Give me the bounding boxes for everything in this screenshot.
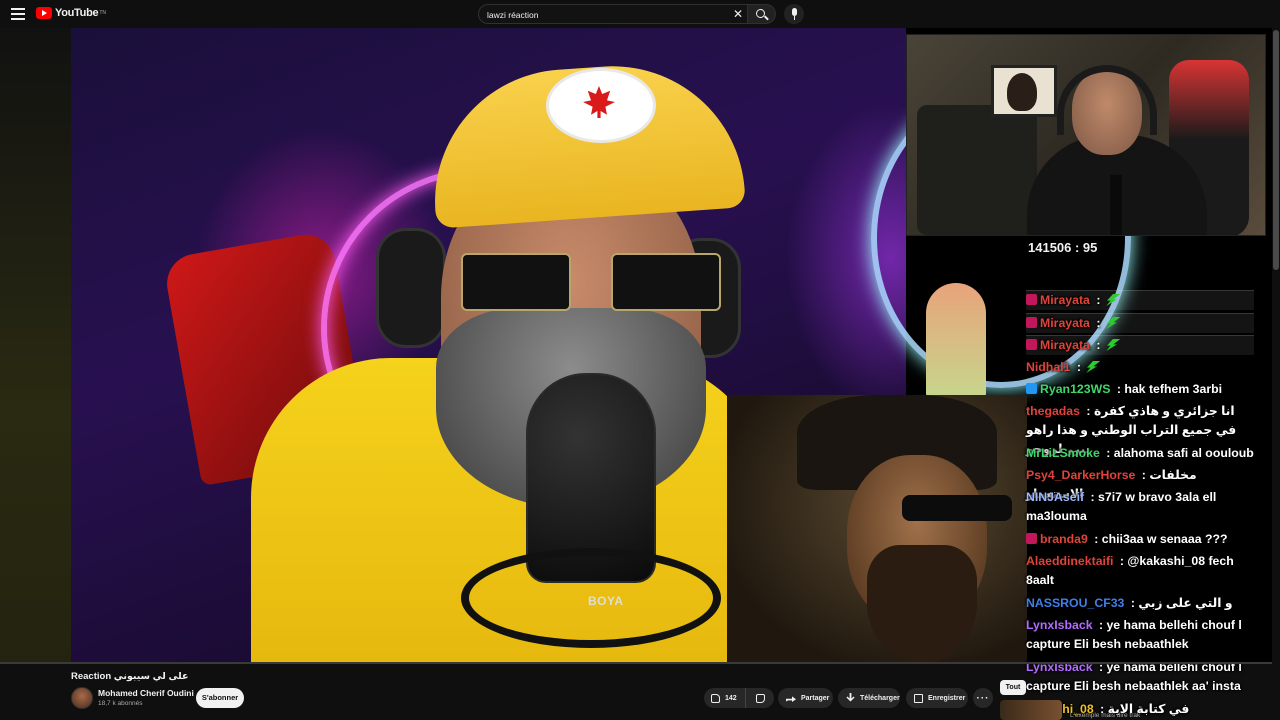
- sunglasses-image: [461, 253, 571, 311]
- chat-message: Nidhal1 :: [1026, 358, 1254, 377]
- youtube-logo-icon: [36, 7, 52, 19]
- figurine-image: [926, 283, 986, 403]
- chat-text: : alahoma safi al oouloub: [1102, 446, 1254, 460]
- chat-username[interactable]: branda9: [1040, 532, 1088, 546]
- headphone-image: [376, 228, 446, 348]
- chip-all[interactable]: Tout: [1000, 680, 1026, 695]
- chat-message: NASSROU_CF33 : و التي على زبي: [1026, 594, 1254, 613]
- video-title: Reaction على لي سيبوني: [71, 671, 189, 682]
- logo-text: YouTube: [55, 7, 99, 19]
- user-badge-icon: [1026, 533, 1037, 544]
- share-label: Partager: [801, 694, 830, 702]
- sunglasses-image: [902, 495, 1012, 521]
- mask-image: [1007, 73, 1037, 111]
- search-box: ✕: [478, 4, 748, 24]
- menu-icon[interactable]: [10, 6, 26, 22]
- emote-icon: [1104, 317, 1120, 329]
- recommended-title[interactable]: L'exemple mais dire trak: [1070, 712, 1140, 719]
- download-icon: [846, 693, 855, 702]
- chat-text: : hak tefhem 3arbi: [1113, 382, 1223, 396]
- mic-brand-text: BOYA: [588, 594, 624, 608]
- chat-text: :: [1092, 293, 1104, 307]
- chat-username[interactable]: Psy4_DarkerHorse: [1026, 468, 1135, 482]
- like-count: 142: [725, 694, 737, 702]
- chat-username[interactable]: MrLiLSmoke: [1026, 446, 1100, 460]
- chat-text: :: [1073, 360, 1085, 374]
- chat-username[interactable]: Alaeddinektaifi: [1026, 554, 1113, 568]
- emote-icon: [1104, 339, 1120, 351]
- chat-header: 141506 : 95: [1028, 240, 1098, 255]
- like-dislike-group: 142: [704, 688, 774, 708]
- chat-message: LynxIsback : ye hama bellehi chouf l cap…: [1026, 616, 1254, 654]
- share-icon: [786, 696, 796, 702]
- chat-message: branda9 : chii3aa w senaaa ???: [1026, 530, 1254, 549]
- sofa-image: [917, 105, 1037, 235]
- chat-message: Mirayata :: [1026, 313, 1254, 333]
- sunglasses-image: [611, 253, 721, 311]
- chat-message: Alaeddinektaifi : @kakashi_08 fech 8aalt: [1026, 552, 1254, 590]
- search-input[interactable]: [487, 8, 727, 21]
- chat-text: : و التي على زبي: [1127, 596, 1233, 610]
- thumbs-up-icon: [711, 693, 720, 703]
- emote-icon: [1104, 294, 1120, 306]
- chat-message: Mirayata :: [1026, 290, 1254, 310]
- user-badge-icon: [1026, 339, 1037, 350]
- chat-message: MrLiLSmoke : alahoma safi al oouloub: [1026, 444, 1254, 463]
- portrait-beard-image: [867, 545, 977, 663]
- voice-search-button[interactable]: [784, 4, 804, 24]
- chat-username[interactable]: LynxIsback: [1026, 618, 1093, 632]
- chat-username[interactable]: Ryan123WS: [1040, 382, 1110, 396]
- chat-username[interactable]: Mirayata: [1040, 316, 1090, 330]
- save-label: Enregistrer: [928, 694, 966, 702]
- user-badge-icon: [1026, 294, 1037, 305]
- chat-username[interactable]: Mirayata: [1040, 338, 1090, 352]
- bookmark-icon: [914, 693, 923, 703]
- chat-text: :: [1092, 316, 1104, 330]
- chat-message: Ryan123WS : hak tefhem 3arbi: [1026, 380, 1254, 399]
- share-button[interactable]: Partager: [778, 688, 833, 708]
- headphone-image: [1057, 65, 1157, 135]
- chat-username[interactable]: NINJAseif: [1026, 490, 1084, 504]
- save-button[interactable]: Enregistrer: [906, 688, 968, 708]
- more-actions-button[interactable]: ···: [973, 688, 993, 708]
- close-icon[interactable]: ✕: [733, 7, 743, 21]
- youtube-logo[interactable]: YouTube TN: [36, 7, 106, 19]
- masthead: YouTube TN ✕: [0, 0, 1280, 28]
- thumbs-down-icon: [755, 693, 765, 703]
- emote-icon: [1084, 361, 1100, 373]
- download-label: Télécharger: [860, 694, 900, 702]
- chat-username[interactable]: NASSROU_CF33: [1026, 596, 1124, 610]
- chat-username[interactable]: Nidhal1: [1026, 360, 1070, 374]
- webcam-overlay: [906, 34, 1266, 236]
- microphone-image: [1110, 175, 1122, 235]
- like-button[interactable]: 142: [704, 688, 746, 708]
- chat-message: NINJAseif : s7i7 w bravo 3ala ell ma3lou…: [1026, 488, 1254, 526]
- action-bar: 142 Partager Télécharger Enregistrer ···: [0, 688, 1280, 708]
- logo-country-code: TN: [99, 10, 106, 16]
- user-badge-icon: [1026, 317, 1037, 328]
- chat-text: :: [1092, 338, 1104, 352]
- dislike-button[interactable]: [746, 688, 774, 708]
- portrait-art-overlay: [727, 395, 1027, 663]
- scrollbar-thumb[interactable]: [1273, 30, 1279, 270]
- download-button[interactable]: Télécharger: [838, 688, 900, 708]
- recommended-thumbnail[interactable]: [1000, 700, 1062, 720]
- chat-username[interactable]: thegadas: [1026, 404, 1080, 418]
- chat-username[interactable]: Mirayata: [1040, 293, 1090, 307]
- chat-text: : chii3aa w senaaa ???: [1090, 532, 1228, 546]
- user-badge-icon: [1026, 383, 1037, 394]
- video-letterbox: [0, 28, 71, 663]
- search-button[interactable]: [748, 4, 776, 24]
- chat-message: Mirayata :: [1026, 335, 1254, 355]
- progress-bar[interactable]: [0, 662, 1280, 664]
